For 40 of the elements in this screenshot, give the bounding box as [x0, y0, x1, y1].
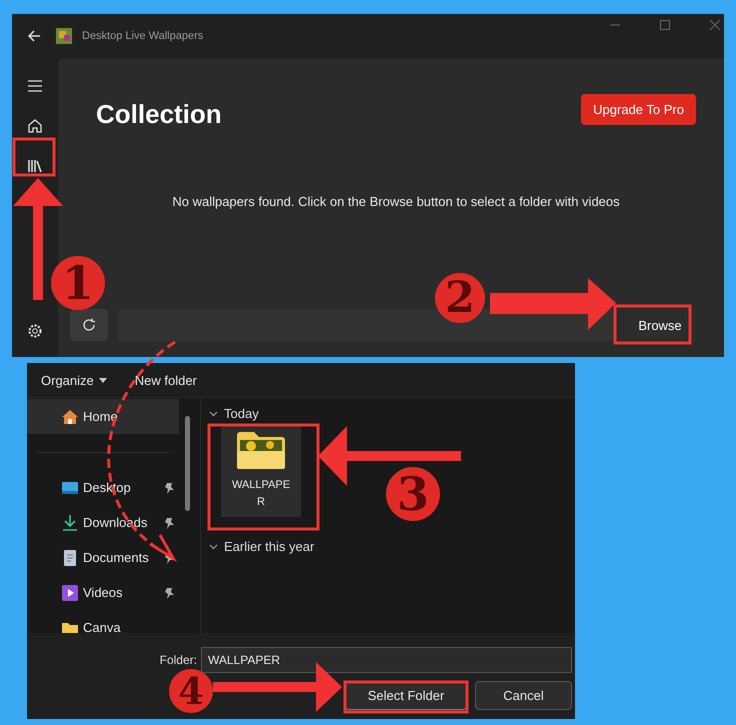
toolbar-button[interactable]: New folder — [130, 368, 201, 392]
nav-item[interactable]: Canva — [27, 610, 179, 633]
folder-icon — [237, 431, 285, 469]
home-icon[interactable] — [27, 118, 43, 134]
folder-label: Folder: — [160, 653, 197, 667]
highlight-frame — [12, 138, 56, 176]
dropdown-button[interactable]: Organize — [37, 368, 111, 392]
nav-item[interactable]: Videos — [27, 575, 179, 610]
download-icon — [61, 514, 79, 532]
caret-icon — [98, 378, 107, 382]
nav-item[interactable]: Home — [27, 399, 179, 434]
page-heading: Collection — [96, 98, 222, 130]
folder-tile[interactable]: WALLPAPER — [221, 425, 301, 517]
settings-icon[interactable] — [27, 323, 43, 339]
close-icon[interactable] — [710, 20, 720, 30]
nav-item[interactable]: Downloads — [27, 505, 179, 540]
back-icon[interactable] — [26, 28, 42, 44]
pin-icon[interactable] — [163, 516, 175, 528]
pin-icon[interactable] — [163, 586, 175, 598]
scrollbar[interactable] — [185, 416, 190, 511]
upgrade-button[interactable]: Upgrade To Pro — [581, 94, 696, 124]
house-icon — [61, 408, 79, 426]
pin-icon[interactable] — [163, 552, 175, 564]
cancel-button[interactable]: Cancel — [475, 681, 572, 710]
nav-item[interactable]: Desktop — [27, 470, 179, 505]
library-icon[interactable] — [27, 158, 43, 174]
refresh-icon — [82, 318, 96, 332]
maximize-icon[interactable] — [660, 20, 670, 30]
pin-icon[interactable] — [163, 482, 175, 494]
nav-item[interactable]: Documents — [27, 540, 179, 575]
group-header[interactable]: Earlier this year — [209, 539, 575, 554]
empty-message: No wallpapers found. Click on the Browse button to select a folder with videos — [171, 194, 621, 209]
app-icon — [56, 28, 72, 44]
folder-field[interactable]: WALLPAPER — [201, 647, 572, 673]
window-title: Desktop Live Wallpapers — [82, 30, 204, 42]
menu-icon[interactable] — [27, 78, 43, 94]
group-header[interactable]: Today — [209, 406, 575, 421]
refresh-button[interactable] — [70, 309, 108, 341]
document-icon — [61, 548, 79, 566]
video-icon — [61, 584, 79, 602]
